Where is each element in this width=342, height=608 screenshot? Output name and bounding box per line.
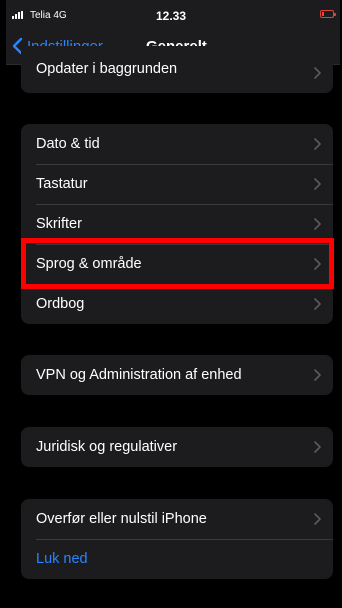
settings-row-fonts[interactable]: Skrifter [21, 204, 333, 244]
chevron-right-icon [314, 258, 321, 270]
settings-group-vpn: VPN og Administration af enhed [21, 355, 333, 395]
status-bar: Telia 4G 12.33 [6, 0, 340, 30]
chevron-right-icon [314, 218, 321, 230]
chevron-right-icon [314, 138, 321, 150]
settings-row-label: Overfør eller nulstil iPhone [36, 511, 207, 527]
shut-down-button[interactable]: Luk ned [21, 539, 333, 579]
settings-row-label: Opdater i baggrunden [36, 61, 178, 77]
settings-group-background: Opdater i baggrunden [21, 46, 333, 93]
screen: Telia 4G 12.33 Indstillinger Generelt Op… [6, 0, 340, 608]
settings-row-vpn-device-management[interactable]: VPN og Administration af enhed [21, 355, 333, 395]
settings-row-background-refresh[interactable]: Opdater i baggrunden [21, 46, 333, 93]
settings-group-reset: Overfør eller nulstil iPhone Luk ned [21, 499, 333, 579]
settings-row-language-region[interactable]: Sprog & område [21, 244, 333, 284]
chevron-right-icon [314, 513, 321, 525]
chevron-right-icon [314, 441, 321, 453]
settings-row-label: Tastatur [36, 176, 88, 192]
shut-down-label: Luk ned [36, 551, 88, 567]
settings-row-date-time[interactable]: Dato & tid [21, 124, 333, 164]
settings-row-keyboard[interactable]: Tastatur [21, 164, 333, 204]
clock: 12.33 [156, 9, 187, 23]
settings-row-dictionary[interactable]: Ordbog [21, 284, 333, 324]
battery-low-icon [320, 10, 336, 18]
settings-row-label: Sprog & område [36, 256, 142, 272]
chevron-right-icon [314, 67, 321, 79]
settings-row-transfer-reset[interactable]: Overfør eller nulstil iPhone [21, 499, 333, 539]
chevron-right-icon [314, 369, 321, 381]
carrier-label: Telia 4G [30, 10, 67, 21]
settings-row-label: Juridisk og regulativer [36, 439, 178, 455]
settings-group-language: Dato & tid Tastatur Skrifter Sprog & omr… [21, 124, 333, 324]
settings-row-label: Dato & tid [36, 136, 100, 152]
settings-row-label: Ordbog [36, 296, 85, 312]
chevron-right-icon [314, 298, 321, 310]
battery-level [322, 12, 324, 16]
chevron-right-icon [314, 178, 321, 190]
signal-bars-icon [12, 11, 23, 19]
settings-row-label: Skrifter [36, 216, 82, 232]
settings-row-label: VPN og Administration af enhed [36, 367, 242, 383]
settings-group-legal: Juridisk og regulativer [21, 427, 333, 467]
settings-row-legal-regulatory[interactable]: Juridisk og regulativer [21, 427, 333, 467]
